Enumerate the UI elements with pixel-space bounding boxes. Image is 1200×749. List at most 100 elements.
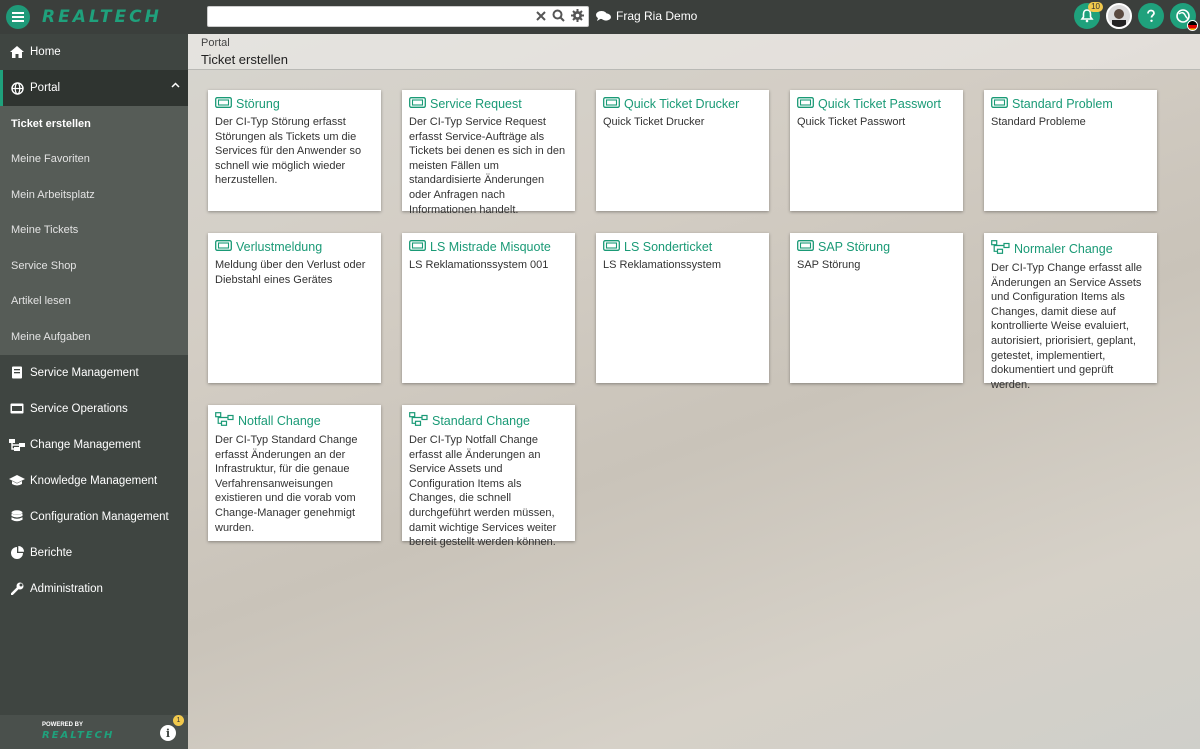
header-bar: Portal Ticket erstellen bbox=[188, 34, 1200, 70]
portal-submenu: Ticket erstellen Meine Favoriten Mein Ar… bbox=[0, 106, 188, 355]
ticket-icon bbox=[603, 240, 620, 254]
card-header[interactable]: SAP Störung bbox=[797, 240, 956, 254]
settings-icon[interactable] bbox=[571, 9, 584, 22]
sidebar-item-administration[interactable]: Administration bbox=[0, 571, 188, 607]
page-title: Ticket erstellen bbox=[201, 52, 288, 67]
chevron-up-icon[interactable] bbox=[171, 82, 180, 88]
sidebar-item-label: Knowledge Management bbox=[30, 474, 158, 487]
sidebar-item-label: Portal bbox=[30, 82, 61, 94]
card-header[interactable]: Normaler Change bbox=[991, 240, 1150, 257]
sidebar-item-portal[interactable]: Portal bbox=[0, 70, 188, 106]
card-description: Der CI-Typ Service Request erfasst Servi… bbox=[409, 116, 566, 216]
card-title[interactable]: Verlustmeldung bbox=[236, 240, 322, 254]
sidebar-item-meine-tickets[interactable]: Meine Tickets bbox=[0, 213, 188, 249]
hamburger-menu-button[interactable] bbox=[6, 5, 30, 29]
card-header[interactable]: LS Sonderticket bbox=[603, 240, 762, 254]
sidebar-footer: POWERED BY REALTECH i 1 bbox=[0, 715, 188, 749]
sidebar-item-service-shop[interactable]: Service Shop bbox=[0, 248, 188, 284]
german-flag-icon bbox=[1187, 20, 1198, 31]
card-title[interactable]: Standard Change bbox=[432, 414, 530, 428]
card-description: LS Reklamationssystem bbox=[603, 259, 721, 271]
powered-by-label: POWERED BY bbox=[42, 722, 84, 728]
globe-icon bbox=[9, 80, 25, 96]
card-title[interactable]: Quick Ticket Passwort bbox=[818, 97, 941, 111]
ticket-type-card[interactable]: Quick Ticket Passwort Quick Ticket Passwo… bbox=[790, 90, 963, 211]
chat-button[interactable]: Frag Ria Demo bbox=[596, 9, 697, 23]
card-title[interactable]: LS Mistrade Misquote bbox=[430, 240, 551, 254]
ticket-type-card[interactable]: Standard Change Der CI-Typ Notfall Change… bbox=[402, 405, 575, 548]
card-title[interactable]: Quick Ticket Drucker bbox=[624, 97, 739, 111]
server-icon bbox=[9, 401, 25, 417]
card-header[interactable]: Standard Problem bbox=[991, 97, 1150, 111]
card-title[interactable]: Standard Problem bbox=[1012, 97, 1113, 111]
sidebar-item-change-management[interactable]: Change Management bbox=[0, 427, 188, 463]
info-button[interactable]: i bbox=[160, 725, 176, 741]
change-icon bbox=[215, 412, 234, 429]
graduation-cap-icon bbox=[9, 473, 25, 489]
card-title[interactable]: Service Request bbox=[430, 97, 522, 111]
ticket-type-card[interactable]: Quick Ticket Drucker Quick Ticket Drucker bbox=[596, 90, 769, 211]
sidebar-item-home[interactable]: Home bbox=[0, 34, 188, 70]
sidebar-item-service-operations[interactable]: Service Operations bbox=[0, 391, 188, 427]
ticket-type-card[interactable]: Service Request Der CI-Typ Service Reques… bbox=[402, 90, 575, 216]
sidebar-item-service-management[interactable]: Service Management bbox=[0, 355, 188, 391]
card-description: Der CI-Typ Change erfasst alle Änderunge… bbox=[991, 262, 1143, 391]
main-content: Portal Ticket erstellen Störung Der CI-Ty… bbox=[188, 34, 1200, 749]
sidebar-item-label: Berichte bbox=[30, 546, 73, 559]
info-count-badge: 1 bbox=[173, 715, 184, 726]
sidebar-item-meine-favoriten[interactable]: Meine Favoriten bbox=[0, 142, 188, 178]
ticket-icon bbox=[215, 240, 232, 254]
card-description: Der CI-Typ Notfall Change erfasst alle Ä… bbox=[409, 434, 557, 549]
breadcrumb[interactable]: Portal bbox=[201, 37, 230, 49]
sidebar-item-label: Service Management bbox=[30, 366, 139, 379]
chat-icon bbox=[596, 11, 611, 21]
card-title[interactable]: Notfall Change bbox=[238, 414, 321, 428]
card-header[interactable]: Quick Ticket Passwort bbox=[797, 97, 956, 111]
clear-icon[interactable] bbox=[536, 10, 546, 21]
card-header[interactable]: Quick Ticket Drucker bbox=[603, 97, 762, 111]
sidebar-item-mein-arbeitsplatz[interactable]: Mein Arbeitsplatz bbox=[0, 177, 188, 213]
card-header[interactable]: Verlustmeldung bbox=[215, 240, 374, 254]
ticket-type-card[interactable]: Störung Der CI-Typ Störung erfasst Störun… bbox=[208, 90, 381, 211]
user-avatar[interactable] bbox=[1106, 3, 1132, 29]
database-icon bbox=[9, 509, 25, 525]
sidebar-item-ticket-erstellen[interactable]: Ticket erstellen bbox=[0, 106, 188, 142]
notification-count: 10 bbox=[1088, 2, 1103, 12]
sidebar-item-configuration-management[interactable]: Configuration Management bbox=[0, 499, 188, 535]
card-title[interactable]: SAP Störung bbox=[818, 240, 890, 254]
ticket-icon bbox=[215, 97, 232, 111]
card-header[interactable]: Störung bbox=[215, 97, 374, 111]
ticket-type-card[interactable]: Notfall Change Der CI-Typ Standard Change… bbox=[208, 405, 381, 541]
sidebar-item-artikel-lesen[interactable]: Artikel lesen bbox=[0, 284, 188, 320]
sidebar-item-knowledge-management[interactable]: Knowledge Management bbox=[0, 463, 188, 499]
ticket-type-card[interactable]: LS Sonderticket LS Reklamationssystem bbox=[596, 233, 769, 383]
language-button[interactable] bbox=[1170, 3, 1198, 31]
card-header[interactable]: Standard Change bbox=[409, 412, 568, 429]
card-description: Der CI-Typ Standard Change erfasst Änder… bbox=[215, 434, 358, 534]
help-button[interactable] bbox=[1138, 3, 1164, 29]
sidebar-item-berichte[interactable]: Berichte bbox=[0, 535, 188, 571]
notifications-button[interactable]: 10 bbox=[1074, 2, 1103, 29]
card-description: Quick Ticket Drucker bbox=[603, 116, 705, 128]
ticket-type-card[interactable]: SAP Störung SAP Störung bbox=[790, 233, 963, 383]
ticket-type-card[interactable]: LS Mistrade Misquote LS Reklamationssyste… bbox=[402, 233, 575, 383]
ticket-type-card[interactable]: Standard Problem Standard Probleme bbox=[984, 90, 1157, 211]
change-icon bbox=[991, 240, 1010, 257]
sitemap-icon bbox=[9, 437, 25, 453]
app-logo[interactable]: REALTECH bbox=[42, 7, 162, 27]
card-header[interactable]: LS Mistrade Misquote bbox=[409, 240, 568, 254]
change-icon bbox=[409, 412, 428, 429]
search-input[interactable] bbox=[208, 7, 518, 26]
sidebar-item-label: Service Operations bbox=[30, 402, 128, 415]
help-icon bbox=[1147, 9, 1155, 22]
card-title[interactable]: LS Sonderticket bbox=[624, 240, 712, 254]
search-icon[interactable] bbox=[552, 9, 565, 22]
card-header[interactable]: Notfall Change bbox=[215, 412, 374, 429]
ticket-type-card[interactable]: Normaler Change Der CI-Typ Change erfasst… bbox=[984, 233, 1157, 391]
ticket-type-card[interactable]: Verlustmeldung Meldung über den Verlust o… bbox=[208, 233, 381, 383]
card-description: Meldung über den Verlust oder Diebstahl … bbox=[215, 259, 366, 286]
card-title[interactable]: Normaler Change bbox=[1014, 242, 1113, 256]
card-header[interactable]: Service Request bbox=[409, 97, 568, 111]
sidebar-item-meine-aufgaben[interactable]: Meine Aufgaben bbox=[0, 319, 188, 355]
card-title[interactable]: Störung bbox=[236, 97, 280, 111]
